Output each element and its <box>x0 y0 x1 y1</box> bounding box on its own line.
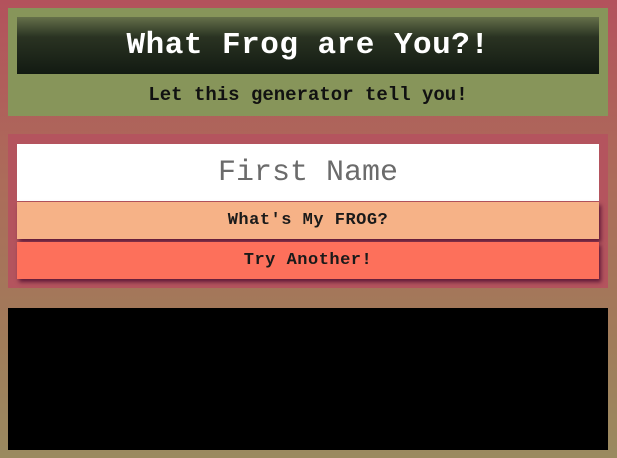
title-bar: What Frog are You?! <box>17 17 599 74</box>
first-name-input[interactable] <box>17 144 599 201</box>
header-panel: What Frog are You?! Let this generator t… <box>8 8 608 116</box>
page-subtitle: Let this generator tell you! <box>148 84 468 106</box>
form-panel: What's My FROG? Try Another! <box>8 134 608 288</box>
page-title: What Frog are You?! <box>126 28 490 63</box>
try-another-button[interactable]: Try Another! <box>17 242 599 279</box>
result-panel <box>8 308 608 450</box>
whats-my-frog-button[interactable]: What's My FROG? <box>17 202 599 239</box>
